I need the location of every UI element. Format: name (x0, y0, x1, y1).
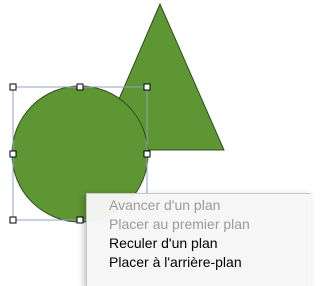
menu-item-bring-to-front[interactable]: Placer au premier plan (87, 215, 311, 234)
handle-bottom-center[interactable] (76, 216, 84, 224)
handle-bottom-left[interactable] (9, 216, 17, 224)
handle-top-right[interactable] (143, 83, 151, 91)
handle-top-left[interactable] (9, 83, 17, 91)
handle-middle-left[interactable] (9, 150, 17, 158)
menu-item-bring-forward[interactable]: Avancer d'un plan (87, 196, 311, 215)
menu-item-send-backward[interactable]: Reculer d'un plan (87, 234, 311, 253)
menu-item-send-to-back[interactable]: Placer à l'arrière-plan (87, 253, 311, 272)
handle-top-center[interactable] (76, 83, 84, 91)
handle-middle-right[interactable] (143, 150, 151, 158)
context-menu: Avancer d'un plan Placer au premier plan… (86, 193, 311, 286)
